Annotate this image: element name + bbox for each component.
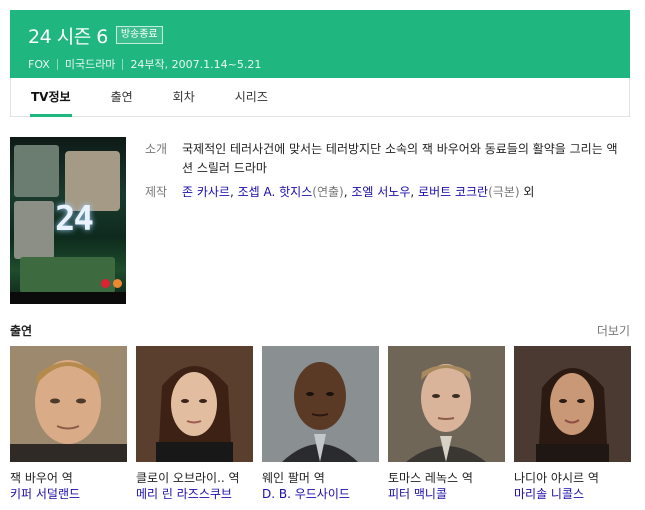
cast-card[interactable]: 토마스 레녹스 역 피터 맥니콜 — [388, 346, 505, 503]
staff-role: (연출) — [312, 185, 344, 199]
cast-card[interactable]: 웨인 팔머 역 D. B. 우드사이드 — [262, 346, 379, 503]
cast-section-title: 출연 — [10, 324, 33, 338]
show-title: 24 시즌 6 — [28, 25, 108, 48]
poster-strip — [10, 292, 126, 304]
cast-photo[interactable] — [388, 346, 505, 462]
intro-text: 국제적인 테러사건에 맞서는 테러방지단 소속의 잭 바우어와 동료들의 활약을… — [182, 142, 618, 175]
poster-face — [14, 145, 59, 197]
tab-series[interactable]: 시리즈 — [235, 78, 268, 116]
cast-role: 잭 바우어 역 — [10, 471, 73, 485]
staff-link[interactable]: 로버트 코크란 — [418, 185, 488, 199]
show-header: 24 시즌 6 방송종료 FOX 미국드라마 24부작, 2007.1.14~5… — [10, 10, 630, 78]
cast-photo[interactable] — [262, 346, 379, 462]
cast-actor-link[interactable]: 키퍼 서덜랜드 — [10, 486, 127, 503]
staff-link[interactable]: 조엘 서노우 — [351, 185, 410, 199]
category-label: 미국드라마 — [64, 58, 116, 71]
staff-link[interactable]: 조셉 A. 핫지스 — [238, 185, 313, 199]
cast-photo[interactable] — [514, 346, 631, 462]
staff-link[interactable]: 존 카사르 — [182, 185, 230, 199]
cast-actor-link[interactable]: 마리솔 니콜스 — [514, 486, 631, 503]
meta-divider — [56, 58, 58, 70]
poster-scene — [20, 257, 115, 293]
more-link[interactable]: 더보기 — [597, 322, 630, 339]
staff-separator: 외 — [519, 185, 535, 199]
staff-label: 제작 — [145, 185, 168, 199]
poster-image[interactable]: 24 — [10, 137, 126, 304]
cast-role: 나디아 야시르 역 — [514, 471, 599, 485]
status-badge: 방송종료 — [115, 26, 163, 44]
cast-role: 토마스 레녹스 역 — [388, 471, 473, 485]
staff-separator: , — [229, 185, 238, 199]
cast-role: 웨인 팔머 역 — [262, 471, 325, 485]
rating-icon — [113, 279, 122, 288]
intro-label: 소개 — [145, 142, 168, 156]
intro-row: 소개 국제적인 테러사건에 맞서는 테러방지단 소속의 잭 바우어와 동료들의 … — [145, 140, 625, 178]
staff-role: (극본) — [488, 185, 520, 199]
tab-cast[interactable]: 출연 — [111, 78, 133, 116]
cast-card[interactable]: 잭 바우어 역 키퍼 서덜랜드 — [10, 346, 127, 503]
tab-episodes[interactable]: 회차 — [173, 78, 195, 116]
tab-tv-info[interactable]: TV정보 — [30, 78, 72, 117]
show-info: 소개 국제적인 테러사건에 맞서는 테러방지단 소속의 잭 바우어와 동료들의 … — [145, 140, 625, 207]
tab-bar: TV정보 출연 회차 시리즈 — [10, 78, 630, 117]
cast-actor-link[interactable]: 피터 맥니콜 — [388, 486, 505, 503]
cast-card[interactable]: 클로이 오브라이.. 역 메리 린 라즈스쿠브 — [136, 346, 253, 503]
staff-separator: , — [410, 185, 419, 199]
cast-actor-link[interactable]: 메리 린 라즈스쿠브 — [136, 486, 253, 503]
staff-list: 존 카사르, 조셉 A. 핫지스(연출), 조엘 서노우, 로버트 코크란(극본… — [182, 183, 534, 202]
cast-actor-link[interactable]: D. B. 우드사이드 — [262, 486, 379, 503]
rating-icon — [101, 279, 110, 288]
episodes-dates: 24부작, 2007.1.14~5.21 — [130, 58, 262, 71]
cast-list: 잭 바우어 역 키퍼 서덜랜드 클로이 오브라이.. 역 메리 린 라즈스쿠브 — [10, 346, 635, 503]
cast-photo[interactable] — [10, 346, 127, 462]
poster-face — [14, 201, 54, 259]
staff-row: 제작 존 카사르, 조셉 A. 핫지스(연출), 조엘 서노우, 로버트 코크란… — [145, 183, 625, 202]
network-label: FOX — [28, 57, 50, 71]
cast-photo[interactable] — [136, 346, 253, 462]
cast-role: 클로이 오브라이.. 역 — [136, 471, 240, 485]
cast-header: 출연 더보기 — [10, 322, 630, 339]
poster-number: 24 — [55, 199, 94, 239]
cast-card[interactable]: 나디아 야시르 역 마리솔 니콜스 — [514, 346, 631, 503]
show-meta: FOX 미국드라마 24부작, 2007.1.14~5.21 — [28, 56, 614, 72]
meta-divider — [122, 58, 124, 70]
